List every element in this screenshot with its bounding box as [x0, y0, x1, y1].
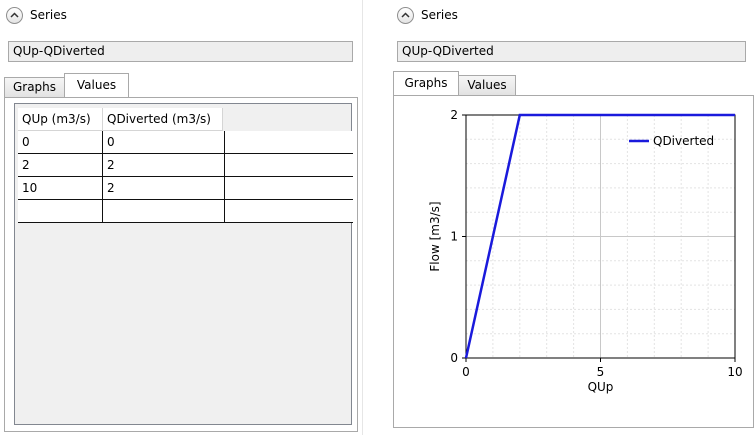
series-name-field[interactable]: QUp-QDiverted — [397, 41, 746, 62]
series-section-header: Series — [397, 4, 458, 26]
axis-ticks: 0 5 10 0 1 2 — [450, 108, 742, 379]
table-cell[interactable] — [18, 200, 103, 222]
table-cell[interactable] — [225, 131, 353, 153]
table-cell[interactable] — [225, 177, 353, 199]
table-cell[interactable]: 0 — [103, 131, 225, 153]
grid-rows: 0 0 2 2 10 2 — [18, 131, 353, 223]
tab-values[interactable]: Values — [458, 75, 516, 95]
left-series-panel: Series QUp-QDiverted Graphs Values QUp (… — [0, 0, 362, 435]
graphs-tab-content: 0 5 10 0 1 2 QDiverted QUp Flow [m3/s] — [393, 95, 754, 433]
panel-divider — [362, 0, 363, 435]
section-title: Series — [421, 8, 458, 22]
y-tick-label: 1 — [450, 230, 458, 244]
table-row — [18, 200, 353, 223]
major-gridlines — [466, 115, 735, 358]
table-row: 10 2 — [18, 177, 353, 200]
right-series-panel: Series QUp-QDiverted Graphs Values 0 5 10 0… — [393, 0, 754, 435]
column-header-qup[interactable]: QUp (m3/s) — [18, 108, 103, 131]
grid-header-row: QUp (m3/s) QDiverted (m3/s) — [18, 108, 223, 131]
table-cell[interactable]: 0 — [18, 131, 103, 153]
table-cell[interactable]: 2 — [103, 154, 225, 176]
collapse-chevron-icon[interactable] — [6, 6, 23, 24]
legend-label: QDiverted — [653, 134, 714, 148]
tab-graphs[interactable]: Graphs — [393, 71, 459, 95]
collapse-chevron-icon[interactable] — [397, 6, 414, 24]
tab-bar: Graphs Values — [4, 73, 358, 97]
x-tick-label: 5 — [597, 365, 605, 379]
tab-bar: Graphs Values — [393, 71, 754, 95]
table-cell[interactable]: 2 — [18, 154, 103, 176]
table-row: 2 2 — [18, 154, 353, 177]
values-tab-content: QUp (m3/s) QDiverted (m3/s) 0 0 2 2 10 2 — [4, 97, 358, 432]
section-title: Series — [30, 8, 67, 22]
chart-legend: QDiverted — [629, 134, 714, 148]
series-name-field[interactable]: QUp-QDiverted — [8, 41, 353, 62]
x-tick-label: 0 — [462, 365, 470, 379]
x-axis-label: QUp — [588, 380, 614, 394]
table-cell[interactable] — [103, 200, 225, 222]
table-cell[interactable] — [225, 200, 353, 222]
table-cell[interactable]: 2 — [103, 177, 225, 199]
series-section-header: Series — [6, 4, 67, 26]
table-row: 0 0 — [18, 131, 353, 154]
x-tick-label: 10 — [727, 365, 742, 379]
column-header-qdiverted[interactable]: QDiverted (m3/s) — [103, 108, 223, 131]
table-cell[interactable]: 10 — [18, 177, 103, 199]
tab-values[interactable]: Values — [64, 73, 129, 97]
table-cell[interactable] — [225, 154, 353, 176]
values-grid: QUp (m3/s) QDiverted (m3/s) 0 0 2 2 10 2 — [14, 103, 353, 425]
y-axis-label: Flow [m3/s] — [428, 201, 442, 271]
y-tick-label: 2 — [450, 108, 458, 122]
y-tick-label: 0 — [450, 351, 458, 365]
line-chart: 0 5 10 0 1 2 QDiverted QUp Flow [m3/s] — [428, 108, 743, 394]
chart-area: 0 5 10 0 1 2 QDiverted QUp Flow [m3/s] — [393, 95, 754, 428]
tab-graphs[interactable]: Graphs — [4, 77, 65, 97]
